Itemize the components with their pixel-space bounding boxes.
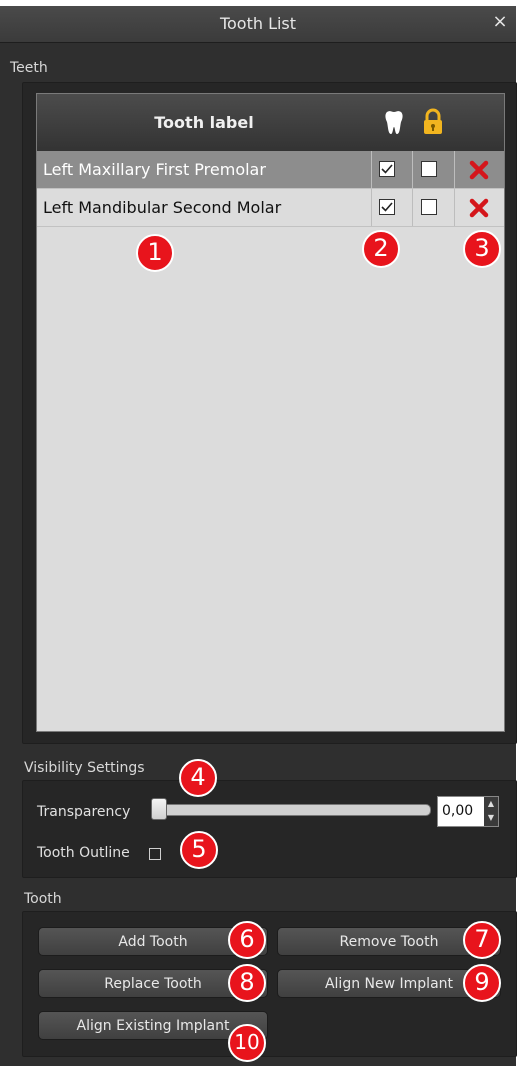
transparency-value: 0,00 bbox=[442, 803, 474, 819]
spin-up-icon[interactable]: ▲ bbox=[484, 797, 498, 811]
table-row[interactable]: Left Maxillary First Premolar bbox=[37, 151, 504, 189]
padlock-icon bbox=[424, 108, 442, 134]
window-title: Tooth List bbox=[219, 14, 297, 33]
callout-10: 10 bbox=[228, 1024, 266, 1062]
tooth-icon bbox=[385, 111, 403, 134]
transparency-spinbox[interactable]: 0,00 ▲ ▼ bbox=[437, 796, 499, 827]
visibility-checkbox[interactable] bbox=[379, 161, 395, 177]
callout-5: 5 bbox=[180, 831, 218, 869]
callout-2: 2 bbox=[362, 230, 400, 268]
tooth-name: Left Mandibular Second Molar bbox=[43, 198, 282, 217]
tooth-table: Tooth label Left Maxillary First Premola… bbox=[36, 93, 505, 732]
spin-down-icon[interactable]: ▼ bbox=[484, 811, 498, 825]
tooth-label-column-header[interactable]: Tooth label bbox=[37, 94, 371, 151]
transparency-slider-handle[interactable] bbox=[151, 798, 167, 820]
close-icon[interactable]: × bbox=[490, 12, 510, 32]
callout-6: 6 bbox=[228, 921, 266, 959]
callout-7: 7 bbox=[463, 921, 501, 959]
lock-checkbox[interactable] bbox=[421, 199, 437, 215]
table-row[interactable]: Left Mandibular Second Molar bbox=[37, 189, 504, 227]
table-header: Tooth label bbox=[37, 94, 504, 152]
transparency-label: Transparency bbox=[37, 804, 131, 820]
teeth-section-label: Teeth bbox=[10, 60, 48, 76]
callout-4: 4 bbox=[179, 759, 217, 797]
delete-icon[interactable] bbox=[469, 160, 489, 180]
delete-icon[interactable] bbox=[469, 198, 489, 218]
transparency-slider-track[interactable] bbox=[151, 804, 431, 816]
tooth-section-label: Tooth bbox=[24, 891, 62, 907]
callout-3: 3 bbox=[463, 230, 501, 268]
spin-arrows[interactable]: ▲ ▼ bbox=[484, 797, 498, 826]
callout-9: 9 bbox=[463, 964, 501, 1002]
tooth-outline-checkbox[interactable] bbox=[149, 848, 161, 860]
callout-1: 1 bbox=[136, 234, 174, 272]
visibility-settings-label: Visibility Settings bbox=[24, 760, 145, 776]
callout-8: 8 bbox=[228, 964, 266, 1002]
visibility-group bbox=[22, 780, 517, 878]
tooth-name: Left Maxillary First Premolar bbox=[43, 160, 266, 179]
tooth-outline-label: Tooth Outline bbox=[37, 845, 130, 861]
visibility-checkbox[interactable] bbox=[379, 199, 395, 215]
title-bar[interactable]: Tooth List × bbox=[0, 6, 516, 43]
lock-checkbox[interactable] bbox=[421, 161, 437, 177]
